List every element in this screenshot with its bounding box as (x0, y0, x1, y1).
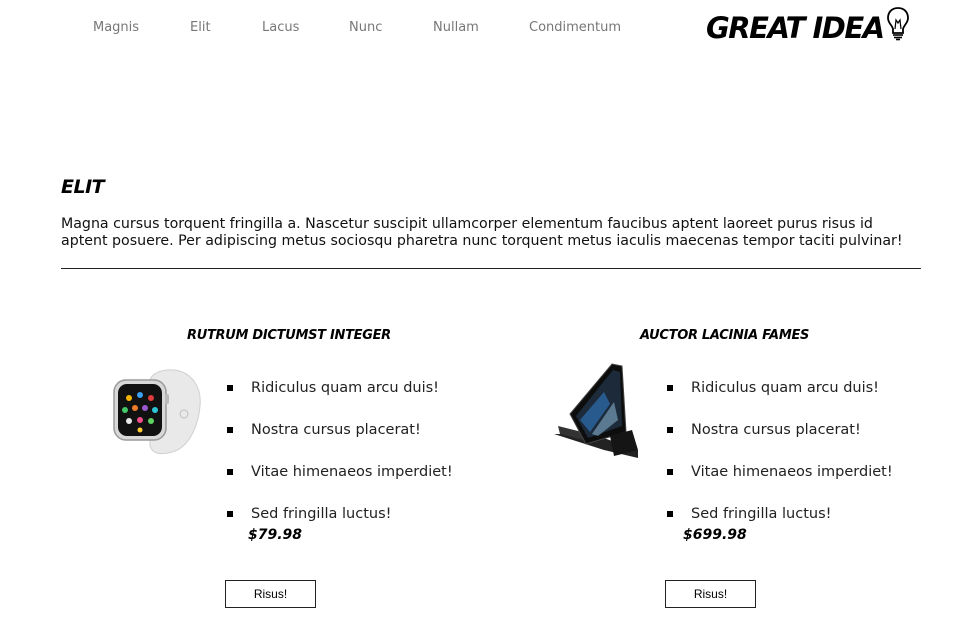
feature-item: Vitae himenaeos imperdiet! (667, 462, 893, 504)
buy-button[interactable]: Risus! (225, 580, 316, 608)
nav-link-nullam[interactable]: Nullam (433, 20, 479, 35)
product-title: Rutrum dictumst integer (187, 328, 391, 343)
smartwatch-image (112, 366, 202, 462)
tablet-stand-image (552, 362, 642, 464)
price: $699.98 (683, 527, 747, 543)
nav-link-nunc[interactable]: Nunc (349, 20, 382, 35)
feature-item: Ridiculus quam arcu duis! (227, 378, 453, 420)
price: $79.98 (248, 527, 303, 543)
nav-link-condimentum[interactable]: Condimentum (529, 20, 621, 35)
feature-item: Nostra cursus placerat! (227, 420, 453, 462)
nav-link-lacus[interactable]: Lacus (262, 20, 299, 35)
nav-link-elit[interactable]: Elit (190, 20, 211, 35)
product-card: Auctor lacinia fames Ridiculus quam arcu… (440, 326, 893, 616)
intro-paragraph: Magna cursus torquent fringilla a. Nasce… (61, 216, 903, 249)
feature-list: Ridiculus quam arcu duis! Nostra cursus … (227, 378, 453, 546)
buy-button[interactable]: Risus! (665, 580, 756, 608)
product-title: Auctor lacinia fames (640, 328, 810, 343)
nav-link-magnis[interactable]: Magnis (93, 20, 139, 35)
product-card: Rutrum dictumst integer (0, 326, 453, 616)
feature-item: Ridiculus quam arcu duis! (667, 378, 893, 420)
logo-text: GREAT IDEA (706, 11, 885, 45)
page: Magnis Elit Lacus Nunc Nullam Condimentu… (0, 0, 959, 624)
section-title: Elit (61, 176, 105, 198)
feature-item: Vitae himenaeos imperdiet! (227, 462, 453, 504)
logo[interactable]: GREAT IDEA (706, 6, 910, 48)
lightbulb-icon (886, 6, 910, 46)
divider (61, 268, 921, 269)
feature-list: Ridiculus quam arcu duis! Nostra cursus … (667, 378, 893, 546)
feature-item: Nostra cursus placerat! (667, 420, 893, 462)
